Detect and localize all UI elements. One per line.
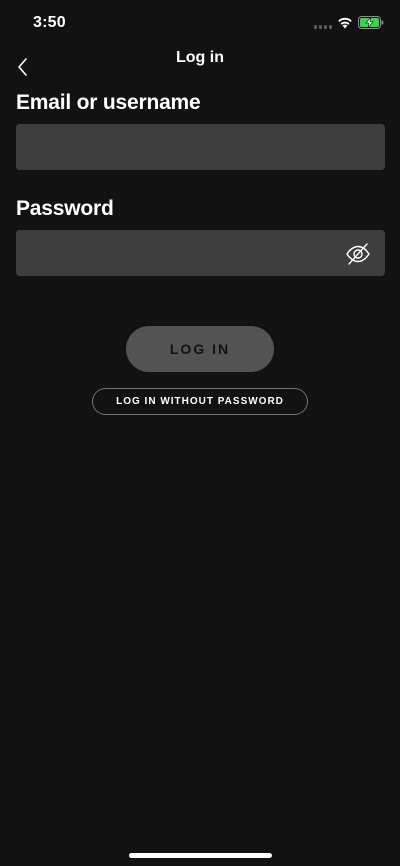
login-without-password-button[interactable]: LOG IN WITHOUT PASSWORD — [92, 388, 308, 415]
status-time: 3:50 — [33, 14, 66, 31]
login-button[interactable]: LOG IN — [126, 326, 274, 372]
password-field[interactable] — [16, 230, 385, 276]
eye-slash-icon[interactable] — [344, 240, 372, 268]
password-label: Password — [16, 197, 114, 220]
home-indicator[interactable] — [129, 853, 272, 858]
signal-icon — [314, 25, 332, 29]
page-title: Log in — [176, 49, 224, 66]
battery-charging-icon — [358, 16, 384, 29]
wifi-icon — [338, 17, 352, 29]
email-field[interactable] — [16, 124, 385, 170]
status-bar: 3:50 — [0, 0, 400, 48]
login-screen: 3:50 Log in Email or username Password L… — [0, 0, 400, 866]
email-label: Email or username — [16, 91, 201, 114]
